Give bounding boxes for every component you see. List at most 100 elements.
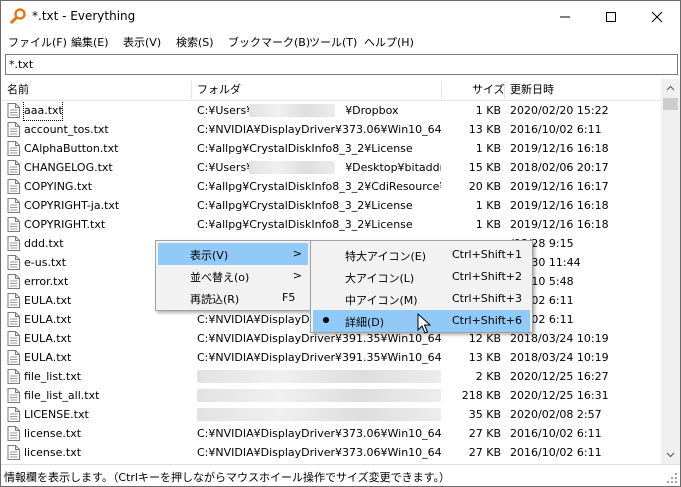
- file-size: 1 KB: [475, 142, 501, 155]
- file-name: CAlphaButton.txt: [24, 142, 119, 155]
- table-row[interactable]: CAlphaButton.txt C:¥allpg¥CrystalDiskInfo…: [1, 139, 661, 158]
- menu-item-label: 並べ替え(o): [190, 271, 250, 284]
- search-input[interactable]: [6, 55, 677, 74]
- file-size: 1 KB: [475, 104, 501, 117]
- title-bar[interactable]: *.txt - Everything: [1, 1, 680, 31]
- text-file-icon: [7, 426, 20, 441]
- context-menu-item[interactable]: 再読込(R) F5: [158, 287, 308, 309]
- file-date: 2016/10/02 6:11: [510, 446, 602, 459]
- menu-item-shortcut: Ctrl+Shift+2: [452, 270, 523, 283]
- file-name: license.txt: [24, 427, 82, 440]
- file-date: 2018/02/06 20:17: [510, 161, 609, 174]
- table-row[interactable]: file_list_all.txt 218 KB 2020/12/25 16:31: [1, 386, 661, 405]
- table-row[interactable]: LICENSE.txt 35 KB 2020/02/08 2:57: [1, 405, 661, 424]
- file-size: 13 KB: [468, 123, 501, 136]
- file-size: 1 KB: [475, 218, 501, 231]
- menu-edit[interactable]: 編集(E): [71, 34, 109, 50]
- file-date: 2020/02/08 2:57: [510, 408, 602, 421]
- menu-bookmark[interactable]: ブックマーク(B): [228, 34, 310, 50]
- file-name: LICENSE.txt: [24, 408, 89, 421]
- column-divider[interactable]: [191, 81, 192, 99]
- file-date: 2020/12/25 16:31: [510, 389, 609, 402]
- table-row[interactable]: account_tos.txt C:¥NVIDIA¥DisplayDriver¥3…: [1, 120, 661, 139]
- file-name: file_list.txt: [24, 370, 82, 383]
- file-name: COPYRIGHT-ja.txt: [24, 199, 120, 212]
- text-file-icon: [7, 407, 20, 422]
- table-row[interactable]: license.txt C:¥NVIDIA¥DisplayDriver¥373.0…: [1, 424, 661, 443]
- table-row[interactable]: EULA.txt C:¥NVIDIA¥DisplayDriver¥391.35¥W…: [1, 348, 661, 367]
- text-file-icon: [7, 255, 20, 270]
- table-row[interactable]: license.txt C:¥NVIDIA¥DisplayDriver¥373.0…: [1, 443, 661, 462]
- context-menu-item[interactable]: 表示(V) >: [158, 243, 308, 265]
- redacted-text: [197, 389, 441, 402]
- file-path: C:¥NVIDIA¥DisplayDriver¥373.06¥Win10_64¥…: [197, 123, 441, 136]
- menu-tools[interactable]: ツール(T): [309, 34, 357, 50]
- scroll-up-button[interactable]: [661, 79, 680, 97]
- text-file-icon: [7, 198, 20, 213]
- file-name: aaa.txt: [23, 101, 63, 121]
- maximize-button[interactable]: [588, 1, 634, 31]
- minimize-button[interactable]: [542, 1, 588, 31]
- column-size-header[interactable]: サイズ: [472, 79, 505, 101]
- submenu-item[interactable]: 中アイコン(M) Ctrl+Shift+3: [313, 288, 530, 310]
- redacted-text: [197, 370, 441, 383]
- file-size: 13 KB: [468, 351, 501, 364]
- column-date-header[interactable]: 更新日時: [510, 79, 554, 101]
- file-path: C:¥allpg¥CrystalDiskInfo8_3_2¥License: [197, 199, 413, 212]
- menu-view[interactable]: 表示(V): [123, 34, 161, 50]
- file-path: C:¥NVIDIA¥DisplayDriver¥391.35¥Win10_64¥…: [197, 351, 441, 364]
- text-file-icon: [7, 103, 20, 118]
- text-file-icon: [7, 274, 20, 289]
- table-row[interactable]: COPYING.txt C:¥allpg¥CrystalDiskInfo8_3_2…: [1, 177, 661, 196]
- table-row[interactable]: aaa.txt C:¥Users¥ ¥Dropbox 1 KB 2020/02/20 1…: [1, 101, 661, 121]
- menu-file[interactable]: ファイル(F): [8, 34, 67, 50]
- table-row[interactable]: CHANGELOG.txt C:¥Users¥ ¥Desktop¥bitaddre.…: [1, 158, 661, 177]
- submenu-item[interactable]: 特大アイコン(E) Ctrl+Shift+1: [313, 244, 530, 266]
- file-size: 1 KB: [475, 199, 501, 212]
- scroll-thumb[interactable]: [663, 98, 678, 110]
- context-menu-item[interactable]: 並べ替え(o) >: [158, 265, 308, 287]
- table-row[interactable]: COPYRIGHT-ja.txt C:¥allpg¥CrystalDiskInfo…: [1, 196, 661, 215]
- file-path: C:¥allpg¥CrystalDiskInfo8_3_2¥License: [197, 142, 413, 155]
- radio-check-icon: [323, 317, 329, 323]
- column-path-header[interactable]: フォルダ: [197, 79, 241, 101]
- menu-item-label: 大アイコン(L): [345, 272, 415, 285]
- file-path: C:¥NVIDIA¥DisplayDriver¥373.06¥Win10_64¥…: [197, 427, 441, 440]
- table-row[interactable]: COPYRIGHT.txt C:¥allpg¥CrystalDiskInfo8_3…: [1, 215, 661, 234]
- redacted-text: [197, 408, 441, 421]
- column-divider[interactable]: [441, 81, 442, 99]
- menu-item-label: 再読込(R): [190, 293, 240, 306]
- file-date: 2019/12/16 16:17: [510, 180, 609, 193]
- close-button[interactable]: [634, 1, 680, 31]
- menu-help[interactable]: ヘルプ(H): [364, 34, 414, 50]
- menu-bar: ファイル(F) 編集(E) 表示(V) 検索(S) ブックマーク(B) ツール(…: [1, 31, 680, 51]
- file-path: C:¥allpg¥CrystalDiskInfo8_3_2¥CdiResourc…: [197, 180, 441, 193]
- chevron-down-icon: [666, 452, 675, 458]
- column-divider[interactable]: [504, 81, 505, 99]
- redacted-text: [249, 104, 335, 117]
- column-name-header[interactable]: 名前: [7, 79, 29, 101]
- chevron-up-icon: [666, 85, 675, 91]
- file-size: 218 KB: [461, 389, 501, 402]
- text-file-icon: [7, 445, 20, 460]
- file-path: C:¥NVIDIA¥DisplayDriver¥373.06¥Win10_64¥…: [197, 446, 441, 459]
- scroll-down-button[interactable]: [661, 446, 680, 464]
- text-file-icon: [7, 350, 20, 365]
- table-row[interactable]: file_list.txt 2 KB 2020/12/25 16:27: [1, 367, 661, 386]
- file-date: 2020/02/20 15:22: [510, 104, 609, 117]
- text-file-icon: [7, 369, 20, 384]
- vertical-scrollbar[interactable]: [661, 79, 680, 464]
- text-file-icon: [7, 141, 20, 156]
- column-header: 名前 フォルダ サイズ 更新日時: [1, 79, 661, 101]
- mouse-cursor-icon: [417, 313, 431, 334]
- menu-item-label: 詳細(D): [345, 316, 385, 329]
- menu-search[interactable]: 検索(S): [176, 34, 214, 50]
- file-name: EULA.txt: [24, 313, 72, 326]
- status-text: 情報欄を表示します。（Ctrlキーを押しながらマウスホイール操作でサイズ変更でき…: [4, 471, 451, 484]
- file-name: EULA.txt: [24, 332, 72, 345]
- submenu-item[interactable]: 大アイコン(L) Ctrl+Shift+2: [313, 266, 530, 288]
- file-date: 2018/03/24 10:19: [510, 351, 609, 364]
- resize-grip-icon[interactable]: [666, 472, 678, 484]
- maximize-icon: [606, 12, 616, 22]
- text-file-icon: [7, 293, 20, 308]
